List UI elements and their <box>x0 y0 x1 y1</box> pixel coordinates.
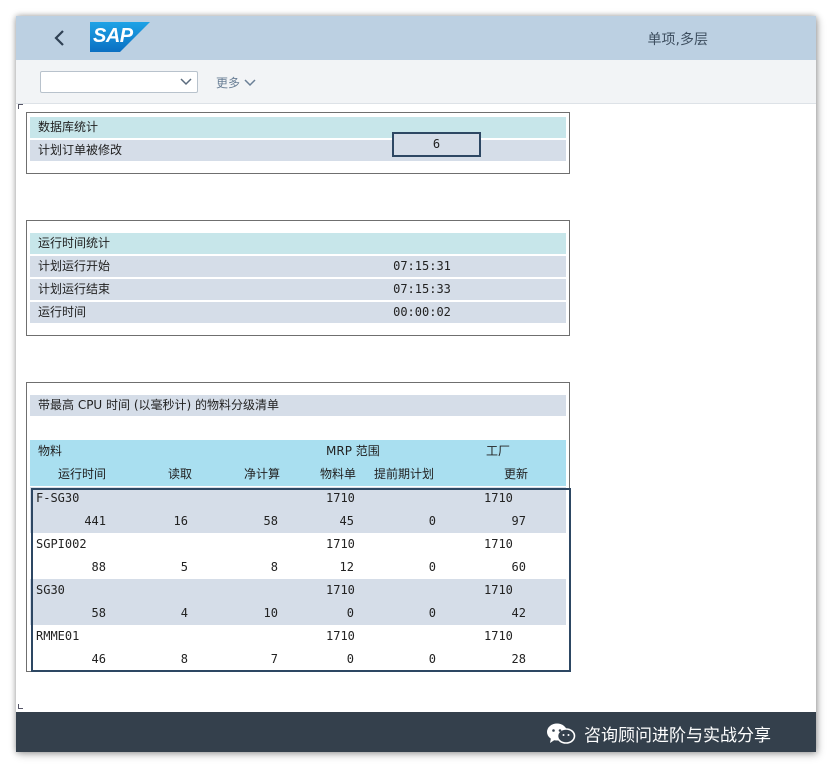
column-header-update: 更新 <box>504 467 529 481</box>
table-header-row: 物料 MRP 范围 工厂 <box>30 440 566 463</box>
variant-select[interactable] <box>40 71 198 93</box>
content-corner-marker <box>18 704 23 709</box>
selection-highlight <box>31 488 571 672</box>
wechat-icon <box>547 723 576 744</box>
app-window: SAP 单项,多层 更多 数据库统计 计划订单被修改 6 运行时间统计 计划运行… <box>16 16 816 752</box>
chevron-left-icon <box>54 30 64 46</box>
back-button[interactable] <box>46 24 74 52</box>
toolbar: 更多 <box>16 60 816 104</box>
section-title: 运行时间统计 <box>38 236 111 250</box>
more-menu-button[interactable]: 更多 <box>216 74 256 91</box>
section-title: 数据库统计 <box>38 120 99 134</box>
column-header-runtime: 运行时间 <box>58 467 107 481</box>
column-header-read: 读取 <box>168 467 193 481</box>
column-header-lead-plan: 提前期计划 <box>374 467 435 481</box>
more-menu-label: 更多 <box>216 76 241 90</box>
column-header-mrp-area: MRP 范围 <box>326 444 380 458</box>
chevron-down-icon <box>244 78 256 86</box>
row-value: 00:00:02 <box>393 305 451 319</box>
row-label: 计划订单被修改 <box>38 143 123 157</box>
watermark: 咨询顾问进阶与实战分享 <box>546 721 771 746</box>
page-title: 单项,多层 <box>647 32 708 48</box>
row-label: 计划运行开始 <box>38 259 111 273</box>
runtime-row: 计划运行结束 07:15:33 <box>30 279 566 300</box>
material-list-title-row: 带最高 CPU 时间 (以毫秒计) 的物料分级清单 <box>30 395 566 416</box>
db-stats-title-row: 数据库统计 <box>30 117 566 138</box>
runtime-row: 运行时间 00:00:02 <box>30 302 566 323</box>
column-header-plant: 工厂 <box>486 444 511 458</box>
content-corner-marker <box>18 104 23 109</box>
section-title: 带最高 CPU 时间 (以毫秒计) 的物料分级清单 <box>38 398 280 412</box>
db-stats-row: 计划订单被修改 <box>30 140 566 161</box>
row-label: 计划运行结束 <box>38 282 111 296</box>
db-stats-panel: 数据库统计 计划订单被修改 6 <box>26 112 570 174</box>
watermark-text: 咨询顾问进阶与实战分享 <box>584 726 771 746</box>
footer-bar: 咨询顾问进阶与实战分享 <box>16 712 816 752</box>
shell-header: SAP 单项,多层 <box>16 16 816 60</box>
sap-logo: SAP <box>90 22 150 52</box>
row-value: 07:15:31 <box>393 259 451 273</box>
chevron-down-icon <box>180 78 192 86</box>
runtime-stats-title-row: 运行时间统计 <box>30 233 566 254</box>
sap-logo-text: SAP <box>93 25 133 47</box>
column-header-material: 物料 <box>38 444 63 458</box>
runtime-row: 计划运行开始 07:15:31 <box>30 256 566 277</box>
row-label: 运行时间 <box>38 305 87 319</box>
column-header-net-calc: 净计算 <box>244 467 281 481</box>
runtime-stats-panel: 运行时间统计 计划运行开始 07:15:31 计划运行结束 07:15:33 运… <box>26 220 570 336</box>
table-header-row: 运行时间 读取 净计算 物料单 提前期计划 更新 <box>30 463 566 486</box>
planned-orders-changed-value[interactable]: 6 <box>392 132 481 157</box>
column-header-bom: 物料单 <box>320 467 357 481</box>
row-value: 07:15:33 <box>393 282 451 296</box>
